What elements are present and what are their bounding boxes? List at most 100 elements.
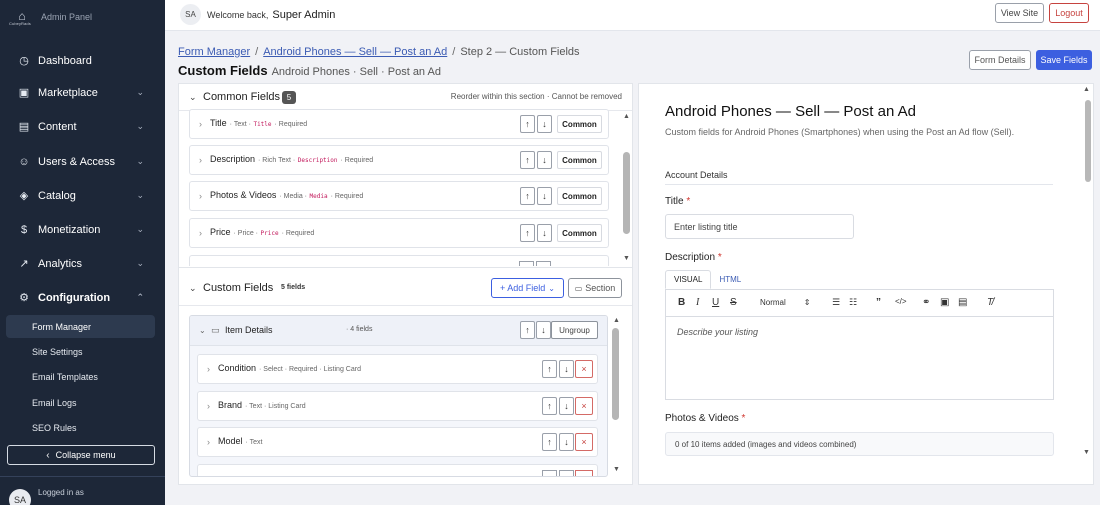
italic-icon[interactable]: I — [696, 297, 699, 308]
title-label-text: Title — [665, 196, 684, 207]
breadcrumb-link-form[interactable]: Android Phones — Sell — Post an Ad — [263, 46, 447, 58]
sidebar-subitem-email-templates[interactable]: Email Templates — [6, 365, 155, 388]
underline-icon[interactable]: U — [712, 297, 719, 308]
brand[interactable]: ⌂ CubeyRads Admin Panel — [0, 0, 165, 38]
save-fields-button[interactable]: Save Fields — [1036, 50, 1092, 70]
tab-visual[interactable]: VISUAL — [665, 270, 712, 289]
move-down-button[interactable]: ↓ — [559, 397, 574, 415]
brand-logo-text: CubeyRads — [9, 21, 31, 26]
chevron-right-icon: › — [199, 228, 202, 238]
sidebar-item-users-access[interactable]: ☺ Users & Access ⌄ — [0, 149, 165, 175]
remove-field-button[interactable]: × — [575, 360, 593, 378]
common-field-row-price[interactable]: › Price · Price · Price · Required ↑ ↓ Com… — [189, 218, 609, 248]
move-up-button[interactable]: ↑ — [520, 115, 535, 133]
photos-field-label: Photos & Videos * — [665, 413, 745, 424]
scroll-down-arrow[interactable]: ▼ — [1083, 449, 1090, 456]
sidebar-subitem-form-manager[interactable]: Form Manager — [6, 315, 155, 338]
custom-field-row-model[interactable]: › Model · Text ↑ ↓ × — [197, 427, 598, 457]
move-up-button[interactable]: ↑ — [520, 321, 535, 339]
move-up-button[interactable]: ↑ — [542, 360, 557, 378]
ungroup-button[interactable]: Ungroup — [551, 321, 598, 339]
move-down-button[interactable]: ↓ — [559, 433, 574, 451]
quote-icon[interactable]: ” — [876, 297, 881, 308]
bold-icon[interactable]: B — [678, 297, 685, 308]
scroll-down-arrow[interactable]: ▼ — [612, 466, 621, 473]
format-select[interactable]: Normal ⇕ — [760, 298, 810, 307]
remove-field-button[interactable]: × — [575, 397, 593, 415]
field-label: Model · Text — [218, 436, 263, 446]
custom-fields-scrollbar[interactable] — [612, 328, 619, 420]
clear-format-icon[interactable]: T̸ — [987, 297, 993, 308]
scroll-up-arrow[interactable]: ▲ — [622, 113, 631, 120]
bullet-list-icon[interactable]: ☷ — [849, 297, 857, 308]
move-down-button[interactable]: ↓ — [536, 321, 551, 339]
description-field-label: Description * — [665, 252, 722, 263]
brand-title: Admin Panel — [41, 12, 93, 22]
move-down-button[interactable] — [559, 470, 574, 476]
sidebar-item-content[interactable]: ▤ Content ⌄ — [0, 114, 165, 140]
image-icon[interactable]: ▣ — [940, 297, 949, 308]
link-icon[interactable]: ⚭ — [922, 297, 930, 308]
form-details-button[interactable]: Form Details — [969, 50, 1031, 70]
sidebar-subitem-site-settings[interactable]: Site Settings — [6, 340, 155, 363]
move-down-button[interactable]: ↓ — [537, 224, 552, 242]
remove-field-button[interactable] — [575, 470, 593, 476]
code-icon[interactable]: </> — [895, 297, 907, 306]
sidebar-item-monetization[interactable]: $ Monetization ⌄ — [0, 217, 165, 243]
move-up-button[interactable]: ↑ — [520, 187, 535, 205]
scroll-up-arrow[interactable]: ▲ — [612, 317, 621, 324]
common-field-row-photos-videos[interactable]: › Photos & Videos · Media · Media · Requir… — [189, 181, 609, 211]
sidebar-item-catalog[interactable]: ◈ Catalog ⌄ — [0, 183, 165, 209]
field-type: · Text · — [229, 121, 251, 128]
move-down-button[interactable] — [536, 261, 551, 266]
avatar[interactable]: SA — [180, 4, 201, 25]
custom-fields-header[interactable]: ⌄ Custom Fields 5 fields — [178, 275, 633, 301]
move-down-button[interactable]: ↓ — [537, 151, 552, 169]
move-up-button[interactable]: ↑ — [520, 151, 535, 169]
custom-field-row-condition[interactable]: › Condition · Select · Required · Listing… — [197, 354, 598, 384]
move-down-button[interactable]: ↓ — [559, 360, 574, 378]
field-label: Title · Text · Title · Required — [210, 118, 307, 128]
scroll-down-arrow[interactable]: ▼ — [622, 255, 631, 262]
move-down-button[interactable]: ↓ — [537, 187, 552, 205]
move-up-button[interactable] — [542, 470, 557, 476]
logout-button[interactable]: Logout — [1049, 3, 1089, 23]
field-meta: · Text · Listing Card — [245, 403, 306, 410]
chevron-right-icon: › — [207, 401, 210, 411]
common-field-row-title[interactable]: › Title · Text · Title · Required ↑ ↓ Comm… — [189, 109, 609, 139]
breadcrumb-link-form-manager[interactable]: Form Manager — [178, 46, 250, 58]
remove-field-button[interactable]: × — [575, 433, 593, 451]
move-down-button[interactable]: ↓ — [537, 115, 552, 133]
group-header[interactable]: ⌄ ▭ Item Details · 4 fields ↑ ↓ Ungroup — [190, 316, 607, 346]
scroll-up-arrow[interactable]: ▲ — [1083, 86, 1090, 93]
video-icon[interactable]: ▤ — [958, 297, 967, 308]
preview-scrollbar[interactable] — [1085, 100, 1091, 182]
custom-field-row-brand[interactable]: › Brand · Text · Listing Card ↑ ↓ × — [197, 391, 598, 421]
title-input[interactable]: Enter listing title — [665, 214, 854, 239]
move-up-button[interactable]: ↑ — [542, 397, 557, 415]
add-section-button[interactable]: ▭ Section — [568, 278, 622, 298]
add-field-button[interactable]: + Add Field ⌄ — [491, 278, 564, 298]
sidebar-item-marketplace[interactable]: ▣ Marketplace ⌄ — [0, 80, 165, 106]
common-field-row-description[interactable]: › Description · Rich Text · Description · … — [189, 145, 609, 175]
common-fields-scrollbar[interactable] — [623, 152, 630, 234]
common-fields-header[interactable]: ⌄ Common Fields 5 Reorder within this se… — [178, 84, 633, 110]
description-editor[interactable]: Describe your listing — [665, 317, 1054, 400]
field-key: Price — [260, 230, 279, 237]
view-site-button[interactable]: View Site — [995, 3, 1044, 23]
sidebar-subitem-email-logs[interactable]: Email Logs — [6, 391, 155, 414]
sidebar-item-configuration[interactable]: ⚙ Configuration ⌃ — [0, 285, 165, 311]
move-up-button[interactable] — [519, 261, 534, 266]
move-up-button[interactable]: ↑ — [542, 433, 557, 451]
ordered-list-icon[interactable]: ☰ — [832, 297, 840, 308]
common-field-row-partial[interactable] — [189, 255, 609, 266]
custom-field-row-partial[interactable] — [197, 464, 598, 476]
sidebar-subitem-seo-rules[interactable]: SEO Rules — [6, 416, 155, 439]
chevron-down-icon: ⌄ — [136, 258, 144, 268]
sidebar-item-dashboard[interactable]: ◷ Dashboard — [0, 48, 165, 74]
strikethrough-icon[interactable]: S — [730, 297, 737, 308]
tab-html[interactable]: HTML — [711, 270, 749, 289]
sidebar-item-analytics[interactable]: ↗ Analytics ⌄ — [0, 251, 165, 277]
move-up-button[interactable]: ↑ — [520, 224, 535, 242]
collapse-menu-button[interactable]: ‹ Collapse menu — [7, 445, 155, 465]
